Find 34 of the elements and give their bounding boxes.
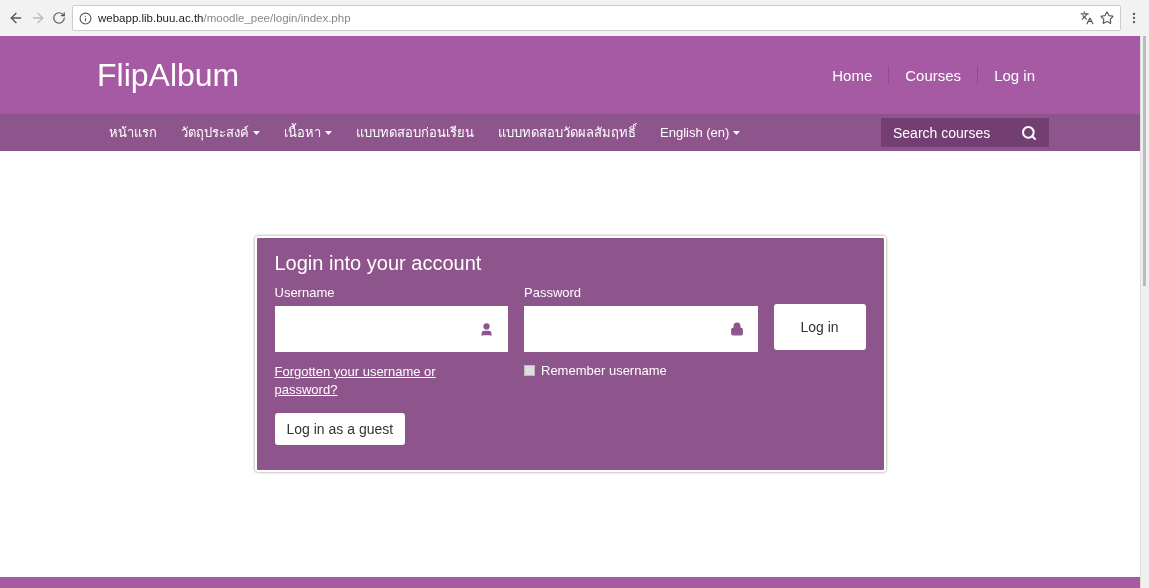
- reload-icon[interactable]: [52, 11, 66, 25]
- username-label: Username: [274, 285, 336, 300]
- star-icon[interactable]: [1100, 11, 1114, 25]
- back-icon[interactable]: [8, 10, 24, 26]
- guest-login-button[interactable]: Log in as a guest: [274, 413, 406, 445]
- nav-dropdown[interactable]: เนื้อหา: [272, 122, 344, 143]
- caret-icon: [253, 130, 260, 135]
- username-field[interactable]: [274, 306, 508, 352]
- info-icon: [79, 11, 92, 25]
- translate-icon[interactable]: [1080, 11, 1094, 25]
- password-label: Password: [524, 285, 583, 300]
- login-title: Login into your account: [274, 252, 483, 275]
- caret-icon: [325, 130, 332, 135]
- password-field[interactable]: [524, 306, 758, 352]
- caret-icon: [733, 130, 741, 135]
- login-button[interactable]: Log in: [773, 304, 866, 350]
- address-bar[interactable]: webapp.lib.buu.ac.th/moodle_pee/login/index.php: [72, 5, 1121, 31]
- header-link[interactable]: Log in: [994, 66, 1035, 84]
- user-icon: [479, 321, 494, 337]
- search-icon[interactable]: [1021, 124, 1037, 141]
- remember-checkbox[interactable]: [524, 365, 535, 376]
- nav-link[interactable]: แบบทดสอบก่อนเรียน: [344, 122, 486, 143]
- header-link[interactable]: Courses: [905, 66, 962, 84]
- nav-link[interactable]: หน้าแรก: [97, 122, 169, 143]
- remember-label: Remember username: [541, 363, 667, 378]
- lock-icon: [729, 322, 744, 336]
- search-field[interactable]: Search courses: [881, 118, 1049, 147]
- nav-dropdown[interactable]: English (en): [648, 125, 753, 140]
- header-link[interactable]: Home: [832, 66, 873, 84]
- nav-link[interactable]: แบบทดสอบวัดผลสัมฤทธิ์: [486, 122, 648, 143]
- site-logo[interactable]: FlipAlbum: [97, 56, 240, 94]
- nav-dropdown[interactable]: วัตถุประสงค์: [169, 122, 272, 143]
- url-text: webapp.lib.buu.ac.th/moodle_pee/login/index.php: [98, 12, 351, 24]
- forgot-link[interactable]: Forgotten your username or password?: [274, 363, 465, 399]
